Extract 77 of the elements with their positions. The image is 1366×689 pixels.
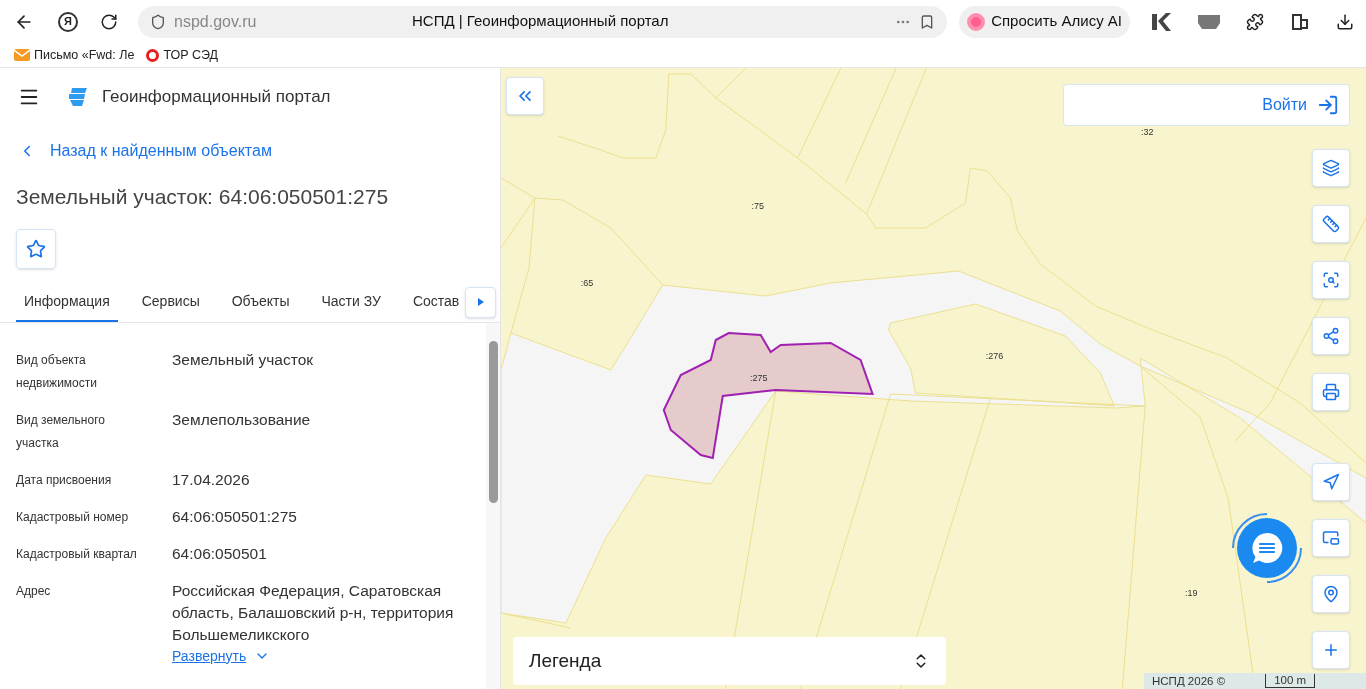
property-value: 64:06:050501 bbox=[172, 543, 267, 564]
url-text: nspd.gov.ru bbox=[174, 11, 258, 32]
legend-dropdown[interactable]: Легенда bbox=[513, 637, 946, 685]
property-value: Земельный участок bbox=[172, 349, 314, 370]
scrollbar[interactable] bbox=[486, 322, 500, 689]
picture-in-picture-icon bbox=[1322, 529, 1340, 547]
tab[interactable]: Состав bbox=[404, 283, 468, 322]
zoom-in-icon bbox=[1322, 641, 1340, 659]
property-value: Землепользование bbox=[172, 409, 311, 430]
alice-icon bbox=[967, 12, 986, 31]
favorite-button[interactable] bbox=[16, 228, 56, 269]
printer-icon bbox=[1322, 383, 1340, 401]
map-area[interactable]: :32 :75 :65 :275 :276 :19 Войти Легенда НСПД 2026 © 100 m bbox=[500, 68, 1366, 689]
yandex-button[interactable]: Я bbox=[58, 11, 78, 32]
property-label: Дата присвоения bbox=[16, 471, 113, 489]
caret-right-icon bbox=[477, 298, 484, 306]
portal-logo-icon bbox=[66, 85, 88, 108]
extensions-icon[interactable] bbox=[1246, 12, 1264, 31]
collapse-panel-button[interactable] bbox=[506, 77, 544, 115]
bookmark-item[interactable]: ТОР СЭД bbox=[146, 45, 218, 65]
ring-icon bbox=[146, 48, 160, 62]
page-title: НСПД | Геоинформационный портал bbox=[412, 11, 670, 32]
map-tool-button[interactable] bbox=[1312, 631, 1350, 669]
tabs-scroll-button[interactable] bbox=[465, 286, 496, 318]
property-label: Адрес bbox=[16, 582, 52, 600]
expand-link[interactable]: Развернуть bbox=[172, 645, 470, 667]
navigation-arrow-icon bbox=[1322, 473, 1340, 491]
envelope-icon bbox=[14, 49, 30, 61]
shield-icon bbox=[150, 13, 166, 30]
property-label: Вид земельного участка bbox=[16, 411, 106, 452]
tab[interactable]: Сервисы bbox=[133, 283, 208, 322]
scrollbar-thumb[interactable] bbox=[488, 340, 498, 503]
login-icon bbox=[1317, 94, 1339, 116]
map-tool-button[interactable] bbox=[1312, 317, 1350, 355]
attribution-text: НСПД 2026 © bbox=[1152, 674, 1226, 689]
parcel-number: :75 bbox=[751, 201, 764, 211]
extension-icon[interactable] bbox=[1150, 11, 1172, 32]
star-icon bbox=[26, 238, 46, 259]
layers-icon bbox=[1322, 159, 1340, 177]
parcel-number: :19 bbox=[1184, 588, 1198, 598]
parcel-number: :275 bbox=[749, 373, 768, 383]
extension-icon[interactable] bbox=[1290, 11, 1310, 32]
parcel-boundary bbox=[501, 612, 572, 629]
portal-title: Геоинформационный портал bbox=[102, 85, 331, 108]
parcel-number: :32 bbox=[1141, 127, 1154, 137]
property-label: Кадастровый квартал bbox=[16, 545, 138, 563]
tab[interactable]: Объекты bbox=[223, 283, 298, 322]
map-pin-icon bbox=[1322, 585, 1340, 603]
tab[interactable]: Части ЗУ bbox=[313, 283, 389, 322]
map-tool-button[interactable] bbox=[1312, 261, 1350, 299]
property-value: 17.04.2026 bbox=[172, 469, 250, 490]
reload-icon[interactable] bbox=[100, 12, 118, 31]
map-tool-button[interactable] bbox=[1312, 519, 1350, 557]
share-icon bbox=[1322, 327, 1340, 345]
address-bar[interactable]: nspd.gov.ru НСПД | Геоинформационный портал bbox=[138, 5, 948, 38]
property-label: Вид объекта недвижимости bbox=[16, 351, 98, 392]
bookmark-item[interactable]: Письмо «Fwd: Ле bbox=[14, 45, 135, 65]
alice-button[interactable]: Спросить Алису AI bbox=[959, 5, 1130, 38]
back-link[interactable]: Назад к найденным объектам bbox=[18, 139, 500, 163]
property-value: 64:06:050501:275 bbox=[172, 506, 297, 527]
map-tool-button[interactable] bbox=[1312, 149, 1350, 187]
ruler-icon bbox=[1322, 215, 1340, 233]
map-tool-button[interactable] bbox=[1312, 373, 1350, 411]
parcel-number: :65 bbox=[580, 278, 594, 288]
property-value: Российская Федерация, Саратовская область, Балашовский р-н, территория Большемеликского bbox=[172, 580, 455, 645]
object-heading: Земельный участок: 64:06:050501:275 bbox=[16, 184, 390, 210]
scale-bar: 100 m bbox=[1265, 674, 1316, 688]
parcel-number: :276 bbox=[985, 351, 1004, 361]
map-tool-button[interactable] bbox=[1312, 575, 1350, 613]
login-button[interactable]: Войти bbox=[1063, 84, 1350, 126]
map-tool-button[interactable] bbox=[1312, 205, 1350, 243]
download-icon[interactable] bbox=[1336, 12, 1354, 31]
map-tool-button[interactable] bbox=[1312, 463, 1350, 501]
selected-parcel[interactable] bbox=[662, 332, 874, 460]
property-label: Кадастровый номер bbox=[16, 508, 130, 526]
scan-search-icon bbox=[1322, 271, 1340, 289]
tab[interactable]: Информация bbox=[16, 283, 118, 322]
